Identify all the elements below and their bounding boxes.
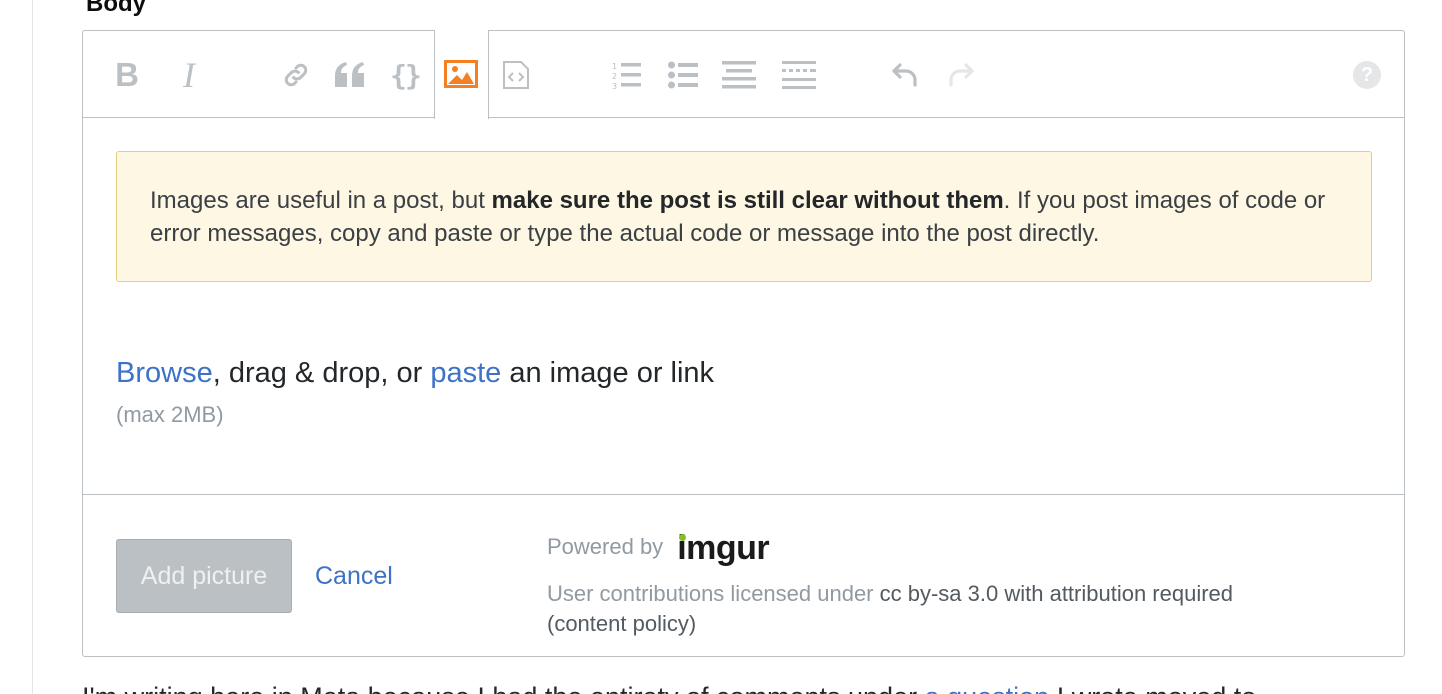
post-body-preview: I'm writing here in Meta because I had t… [82,680,1256,694]
imgur-logo-text: imgur [677,529,770,567]
powered-by: Powered by imgur [547,525,770,565]
horizontal-rule-icon [782,61,816,89]
image-button[interactable] [441,54,481,94]
redo-button[interactable] [941,55,981,95]
blockquote-button[interactable] [330,55,370,95]
help-glyph: ? [1360,63,1374,86]
ordered-list-icon: 1 2 3 [612,62,641,90]
max-size-note: (max 2MB) [116,402,224,427]
upload-instructions: Browse, drag & drop, or paste an image o… [116,355,714,391]
editor-toolbar: B I {} 1 2 3 ? [83,30,1404,119]
body-section-label: Body [86,0,146,17]
ordered-list-button[interactable]: 1 2 3 [607,55,647,95]
image-usage-notice: Images are useful in a post, but make su… [116,151,1372,282]
heading-button[interactable] [719,55,759,95]
svg-text:1: 1 [612,62,617,71]
license-link[interactable]: cc by-sa 3.0 with attribution required [880,581,1233,606]
paste-link[interactable]: paste [430,357,501,389]
bold-button[interactable]: B [107,55,147,95]
italic-button[interactable]: I [169,55,209,95]
cancel-link[interactable]: Cancel [315,561,393,591]
notice-text-bold: make sure the post is still clear withou… [491,187,1004,214]
license-notice: User contributions licensed under cc by-… [547,579,1233,639]
heading-icon [722,61,756,89]
notice-text-start: Images are useful in a post, but [150,187,492,214]
browse-link[interactable]: Browse [116,357,213,389]
undo-icon [892,63,917,87]
redo-icon [949,63,974,87]
snippet-button[interactable] [496,55,536,95]
help-icon: ? [1353,61,1381,89]
upload-middle-text: , drag & drop, or [212,357,431,389]
post-text-start: I'm writing here in Meta because I had t… [82,682,925,694]
image-icon [444,60,478,88]
unordered-list-button[interactable] [663,55,703,95]
image-button-tab [434,30,489,119]
svg-text:2: 2 [612,72,617,81]
question-link[interactable]: a question [925,682,1050,694]
add-picture-button[interactable]: Add picture [116,539,292,613]
content-policy-link[interactable]: (content policy) [547,611,696,636]
image-insert-editor: B I {} 1 2 3 ? Images are useful in a po… [82,30,1405,657]
quote-icon [335,62,364,87]
undo-button[interactable] [885,55,925,95]
code-button[interactable]: {} [385,55,425,95]
upload-end-text: an image or link [501,357,715,389]
link-icon [284,63,308,87]
help-button[interactable]: ? [1347,55,1387,95]
link-button[interactable] [276,55,316,95]
imgur-logo[interactable]: imgur [677,531,769,565]
powered-by-label: Powered by [547,534,664,559]
bold-icon: B [115,56,139,93]
editor-footer: Add picture Cancel Powered by imgur User… [83,494,1404,656]
svg-text:3: 3 [612,82,617,90]
horizontal-rule-button[interactable] [779,55,819,95]
italic-icon: I [183,55,195,95]
license-prefix: User contributions licensed under [547,581,880,606]
page-left-rule [32,0,33,694]
snippet-icon [503,61,529,89]
unordered-list-icon [668,61,698,89]
braces-icon: {} [390,58,422,92]
post-text-end: I wrote moved to [1049,682,1257,694]
